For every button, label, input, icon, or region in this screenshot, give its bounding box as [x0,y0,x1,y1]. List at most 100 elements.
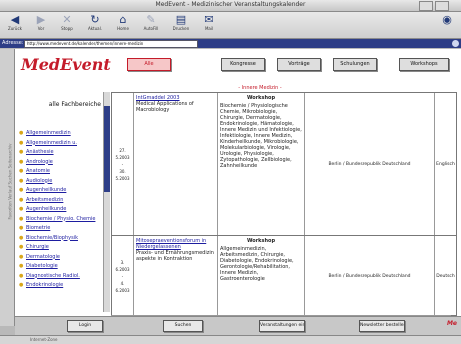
toolbar-mail-button[interactable]: ✉ Mail [198,14,220,36]
category-item[interactable]: ● Audiologie [19,177,99,187]
folder-icon: ● [19,187,24,193]
folder-icon: ● [19,139,24,146]
folder-icon: ● [19,168,24,174]
forward-arrow-icon: ▶ [36,13,46,26]
category-item[interactable]: ● Allgemeinmedizin [19,129,99,139]
event-title-cell: Mitosepraeventionsforum in Niedergelasse… [134,236,218,315]
table-row: 27. 5.2003 - 30. 5.2003 IntGmaddel 2003 … [112,93,456,236]
folder-icon: ● [19,244,24,250]
window-close-button[interactable] [435,1,449,11]
back-arrow-icon: ◀ [10,13,20,26]
event-topics: Biochemie / Physiologische Chemie, Mikro… [220,103,302,169]
sidebar-scroll-thumb[interactable] [104,106,110,192]
nav-button-workshops[interactable]: Workshops [399,58,449,71]
folder-icon: ● [19,149,24,155]
toolbar-print-button[interactable]: ▤ Drucken [170,14,192,36]
toolbar-back-button[interactable]: ◀ Zurück [4,14,26,36]
toolbar-forward-button[interactable]: ▶ Vor [30,14,52,36]
category-item[interactable]: ● Anatomie [19,167,99,177]
address-label: Adresse: [2,40,24,46]
category-item[interactable]: ● Diabetologie [19,262,99,272]
event-description: Medical Applications of Macrobiology [136,101,194,113]
event-title-link[interactable]: Mitosepraeventionsforum in Niedergelasse… [136,238,215,250]
event-date: 27. 5.2003 - 30. 5.2003 [112,93,134,235]
newsletter-button[interactable]: Newsletter bestellen [359,320,405,332]
category-item[interactable]: ● Biochemie/Biophysik [19,234,99,244]
toolbar-stop-button[interactable]: ✕ Stopp [56,14,78,36]
category-item[interactable]: ● Andrologie [19,158,99,168]
event-description: Praxis- und Ernährungsmedizin aspekte in… [136,250,214,262]
category-item[interactable]: ● Anästhesie [19,148,99,158]
folder-icon: ● [19,272,24,279]
event-language: Deutsch [436,273,455,279]
login-button[interactable]: Login [67,320,103,332]
folder-icon: ● [19,196,24,203]
side-tabs-label: Favoriten Verlauf Suchen Seitenarchiv [7,143,13,220]
toolbar-autofill-button[interactable]: ✎ AutoFill [140,14,162,36]
folder-icon: ● [19,215,24,222]
page-content: MedEvent Alle Kongresse Vorträge Schulun… [15,49,461,321]
search-button[interactable]: Suchen [163,320,203,332]
category-item[interactable]: ● Diagnostische Radiol. [19,272,99,282]
category-item[interactable]: ● Chirurgie [19,243,99,253]
event-topic-cell: Workshop Allgemeinmedizin, Arbeitsmedizi… [218,236,305,315]
autofill-icon: ✎ [146,13,156,26]
stop-icon: ✕ [62,13,72,26]
category-item[interactable]: ● Biochemie / Physio. Chemie [19,215,99,225]
go-button[interactable] [452,40,459,47]
submit-events-button[interactable]: Veranstaltungen eintragen [259,320,305,332]
events-table: 27. 5.2003 - 30. 5.2003 IntGmaddel 2003 … [111,92,457,316]
explorer-side-tabs[interactable]: Favoriten Verlauf Suchen Seitenarchiv [0,49,15,326]
nav-button-kongresse[interactable]: Kongresse [221,58,265,71]
table-row: 3. 6.2003 - 4. 6.2003 Mitosepraeventions… [112,236,456,315]
address-input[interactable]: http://www.medevent.de/kalender/themen/i… [24,40,198,48]
section-title: - Innere Medizin - [238,85,282,91]
sidebar-title: alle Fachbereiche [48,101,101,108]
medevent-logo[interactable]: MedEvent [21,55,111,74]
folder-icon: ● [19,225,24,231]
folder-icon: ● [19,177,24,184]
event-topics: Allgemeinmedizin, Arbeitsmedizin, Chirur… [220,246,294,282]
refresh-icon: ↻ [90,13,100,26]
mail-icon: ✉ [204,13,214,26]
event-type: Workshop [246,238,276,244]
print-icon: ▤ [175,13,187,26]
event-title-cell: IntGmaddel 2003 Medical Applications of … [134,93,218,235]
folder-icon: ● [19,282,24,288]
category-item[interactable]: ● Augenheilkunde [19,186,99,196]
folder-icon: ● [19,158,24,165]
event-location: Berlin / Bundesrepublik Deutschland [305,236,435,315]
nav-button-schulungen[interactable]: Schulungen [333,58,377,71]
medevent-small-logo: Me [446,320,457,327]
category-item[interactable]: ● Biometrie [19,224,99,234]
category-item[interactable]: ● Dermatologie [19,253,99,263]
nav-button-vortraege[interactable]: Vorträge [277,58,321,71]
window-minimize-button[interactable] [419,1,433,11]
folder-icon: ● [19,253,24,260]
category-item[interactable]: ● Arbeitsmedizin [19,196,99,206]
toolbar-refresh-button[interactable]: ↻ Aktual. [84,14,106,36]
browser-toolbar: ◀ Zurück ▶ Vor ✕ Stopp ↻ Aktual. ⌂ Home ✎ Auto… [0,12,461,39]
nav-button-alle[interactable]: Alle [127,58,171,71]
event-topic-cell: Workshop Biochemie / Physiologische Chem… [218,93,305,235]
event-location: Berlin / Bundesrepublik Deutschland [305,93,435,235]
home-icon: ⌂ [119,13,127,26]
bottom-navigation: Login Suchen Veranstaltungen eintragen N… [15,316,461,335]
window-titlebar[interactable]: MedEvent - Medizinischer Veranstaltungsk… [0,0,461,12]
window-title: MedEvent - Medizinischer Veranstaltungsk… [155,1,306,8]
event-type: Workshop [246,95,276,101]
category-list: ● Allgemeinmedizin ● Allgemeinmedizin u. ●… [19,129,99,291]
address-bar: Adresse: http://www.medevent.de/kalender… [0,39,461,48]
browser-throbber: ◉ [436,14,458,36]
folder-icon: ● [19,206,24,212]
category-item[interactable]: ● Augenheilkunde [19,205,99,215]
folder-icon: ● [19,130,24,136]
event-date: 3. 6.2003 - 4. 6.2003 [112,236,134,315]
category-item[interactable]: ● Allgemeinmedizin u. [19,139,99,149]
sidebar-scrollbar[interactable] [103,92,110,312]
toolbar-home-button[interactable]: ⌂ Home [112,14,134,36]
globe-icon: ◉ [442,13,452,26]
event-language: Englisch [436,161,455,167]
folder-icon: ● [19,263,24,269]
category-item[interactable]: ● Endokrinologie [19,281,99,291]
